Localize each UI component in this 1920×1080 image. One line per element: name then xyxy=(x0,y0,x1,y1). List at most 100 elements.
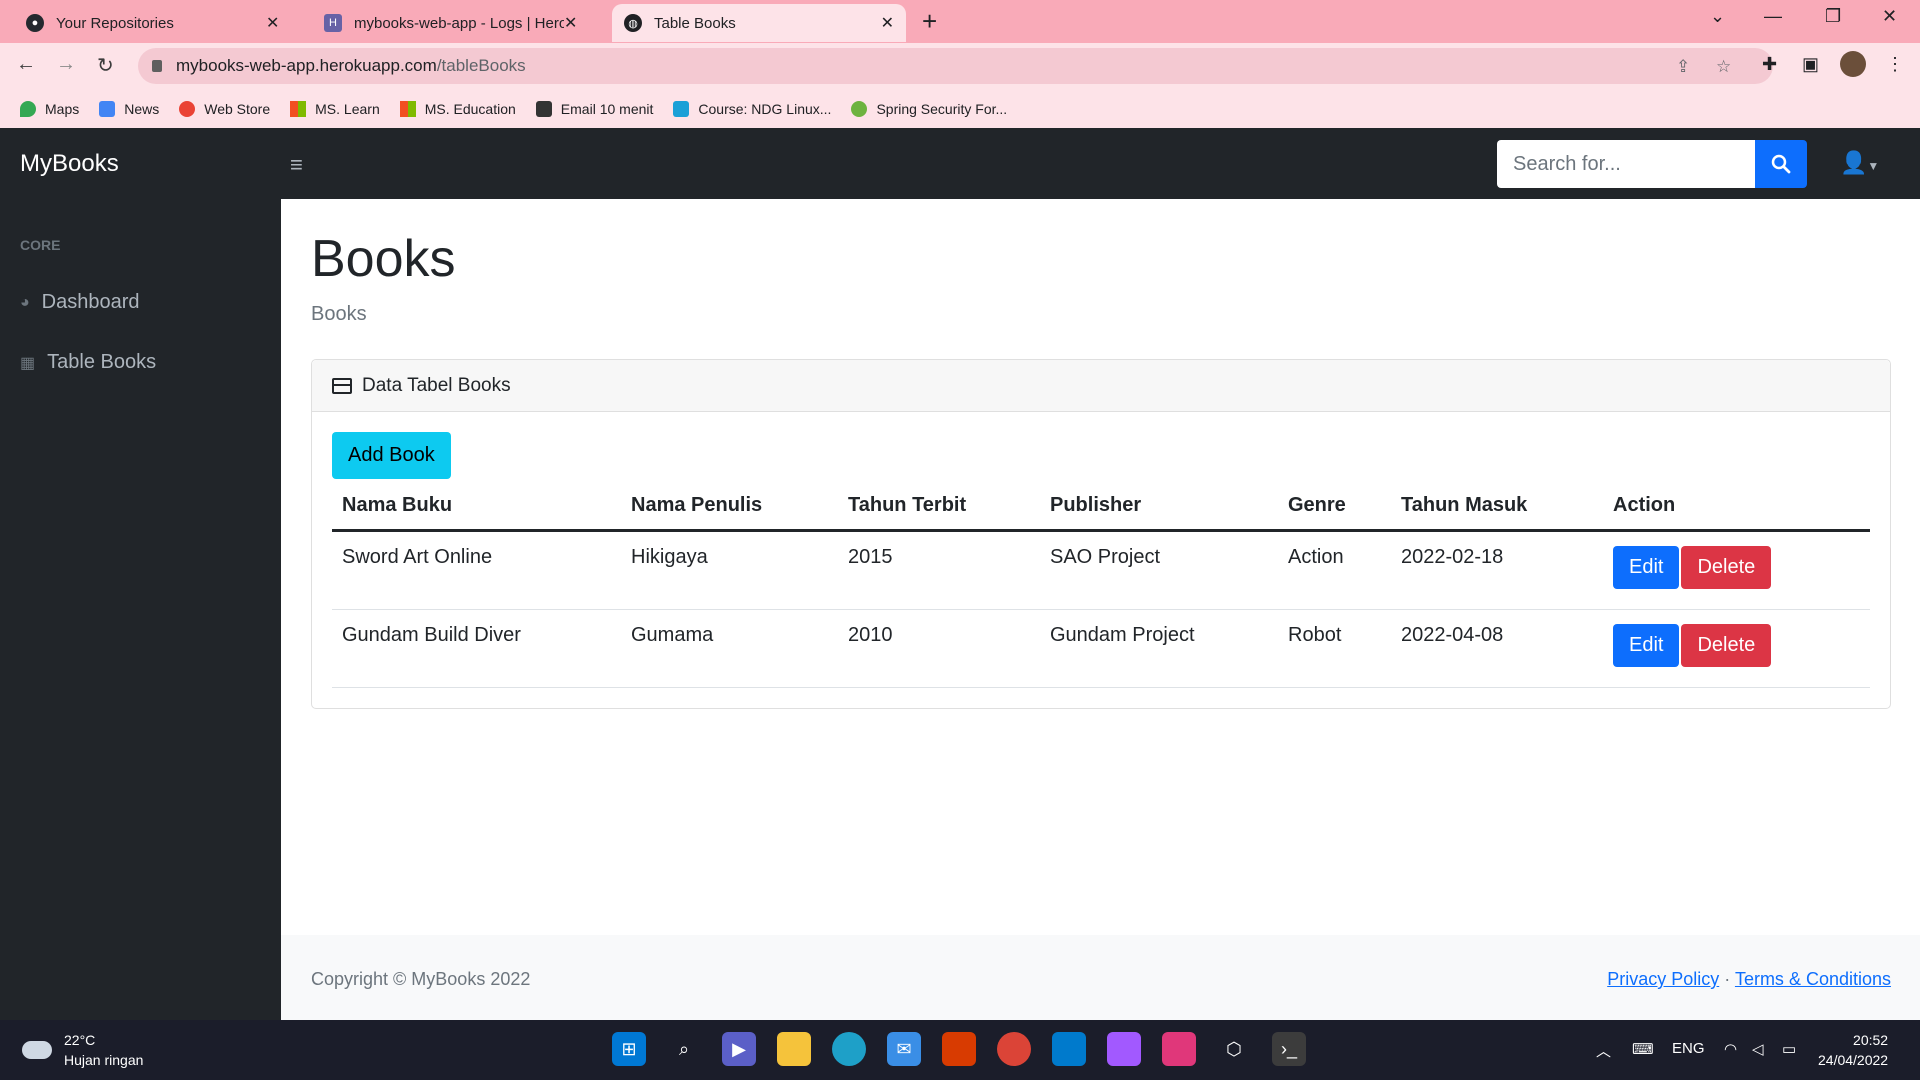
battery-icon[interactable]: ▭ xyxy=(1782,1040,1796,1058)
bookmark-ndg-linux[interactable]: Course: NDG Linux... xyxy=(673,100,831,117)
cell-tahun-terbit: 2010 xyxy=(838,609,1040,688)
reload-icon[interactable]: ↻ xyxy=(97,53,114,78)
url-bar[interactable]: mybooks-web-app.herokuapp.com/tableBooks… xyxy=(138,48,1773,84)
new-tab-icon[interactable]: + xyxy=(922,6,937,37)
bookmark-label: MS. Education xyxy=(424,100,516,117)
cell-publisher: Gundam Project xyxy=(1040,609,1278,688)
office-icon[interactable] xyxy=(942,1032,976,1066)
tab-title: Table Books xyxy=(654,14,736,32)
brand-logo[interactable]: MyBooks xyxy=(20,150,119,178)
chevron-up-icon[interactable]: ︿ xyxy=(1596,1040,1611,1061)
minimize-icon[interactable]: — xyxy=(1764,6,1782,27)
column-header: Tahun Terbit xyxy=(838,486,1040,532)
teams-chat-icon[interactable]: ▶ xyxy=(722,1032,756,1066)
window-close-icon[interactable]: ✕ xyxy=(1882,6,1897,27)
footer: Copyright © MyBooks 2022 Privacy Policy … xyxy=(281,935,1920,1020)
file-explorer-icon[interactable] xyxy=(777,1032,811,1066)
menu-icon[interactable]: ⋮ xyxy=(1886,54,1904,75)
search-input[interactable] xyxy=(1497,140,1755,188)
search-icon xyxy=(1771,154,1791,174)
close-icon[interactable]: ✕ xyxy=(881,13,894,33)
close-icon[interactable]: ✕ xyxy=(266,13,279,33)
cell-nama-buku: Gundam Build Diver xyxy=(332,609,621,688)
clock[interactable]: 20:52 24/04/2022 xyxy=(1818,1030,1888,1070)
microsoft-icon xyxy=(399,100,416,117)
vscode-icon[interactable] xyxy=(1052,1032,1086,1066)
bookmark-label: Maps xyxy=(45,100,80,117)
bookmark-web-store[interactable]: Web Store xyxy=(179,100,270,117)
sidebar-item-dashboard[interactable]: ◕ Dashboard xyxy=(20,291,140,314)
tab-search-icon[interactable]: ⌄ xyxy=(1710,6,1725,27)
tab-your-repositories[interactable]: ● Your Repositories ✕ xyxy=(14,4,291,42)
forward-icon[interactable]: → xyxy=(56,53,76,76)
bookmark-label: News xyxy=(124,100,160,117)
cell-nama-penulis: Gumama xyxy=(621,609,838,688)
edit-button[interactable]: Edit xyxy=(1613,624,1680,667)
edit-button[interactable]: Edit xyxy=(1613,546,1680,589)
globe-icon: ◍ xyxy=(624,14,642,32)
windows-start-icon[interactable]: ⊞ xyxy=(612,1032,646,1066)
intellij-icon[interactable] xyxy=(1162,1032,1196,1066)
back-icon[interactable]: ← xyxy=(16,53,36,76)
footer-links: Privacy Policy · Terms & Conditions xyxy=(1607,969,1891,990)
sidebar-heading: CORE xyxy=(20,237,61,253)
mail-icon[interactable]: ✉ xyxy=(887,1032,921,1066)
terms-conditions-link[interactable]: Terms & Conditions xyxy=(1735,969,1891,989)
tab-title: mybooks-web-app - Logs | Herok xyxy=(354,14,564,32)
profile-avatar[interactable] xyxy=(1840,51,1866,77)
delete-button[interactable]: Delete xyxy=(1681,546,1772,589)
figma-icon[interactable] xyxy=(1107,1032,1141,1066)
bookmark-ms-learn[interactable]: MS. Learn xyxy=(290,100,380,117)
volume-icon[interactable]: ◁ xyxy=(1752,1040,1764,1058)
table-icon: ▦ xyxy=(20,354,36,372)
web-store-icon xyxy=(179,100,196,117)
delete-button[interactable]: Delete xyxy=(1681,624,1772,667)
page-title: Books xyxy=(311,230,456,288)
keyboard-icon[interactable]: ⌨ xyxy=(1632,1040,1654,1058)
edge-icon[interactable] xyxy=(832,1032,866,1066)
language-indicator[interactable]: ENG xyxy=(1672,1040,1705,1057)
main-content: Books Books Data Tabel Books Add Book Na… xyxy=(281,199,1920,935)
add-book-button[interactable]: Add Book xyxy=(332,432,451,479)
url-text: mybooks-web-app.herokuapp.com/tableBooks xyxy=(176,56,526,75)
card-title: Data Tabel Books xyxy=(362,374,511,396)
sidebar-item-table-books[interactable]: ▦ Table Books xyxy=(20,351,156,374)
user-icon: 👤 xyxy=(1840,150,1868,175)
extensions-icon[interactable]: ✚ xyxy=(1762,54,1777,75)
search-icon[interactable]: ⌕ xyxy=(667,1032,701,1066)
privacy-policy-link[interactable]: Privacy Policy xyxy=(1607,969,1719,989)
address-bar-row: ← → ↻ mybooks-web-app.herokuapp.com/tabl… xyxy=(0,43,1920,89)
cell-nama-buku: Sword Art Online xyxy=(332,530,621,610)
weather-widget[interactable]: 22°C Hujan ringan xyxy=(22,1030,143,1070)
tab-table-books[interactable]: ◍ Table Books ✕ xyxy=(612,4,906,42)
terminal-icon[interactable]: ›_ xyxy=(1272,1032,1306,1066)
bookmark-spring-security[interactable]: Spring Security For... xyxy=(851,100,1008,117)
table-icon xyxy=(332,377,352,394)
weather-desc: Hujan ringan xyxy=(64,1052,144,1068)
cell-action: Edit Delete xyxy=(1603,530,1870,610)
virtualbox-icon[interactable]: ⬡ xyxy=(1217,1032,1251,1066)
star-icon[interactable]: ☆ xyxy=(1716,57,1731,77)
user-dropdown[interactable]: 👤▼ xyxy=(1840,150,1879,176)
bookmarks-bar: Maps News Web Store MS. Learn MS. Educat… xyxy=(0,89,1920,128)
cisco-icon xyxy=(673,100,690,117)
wifi-icon[interactable]: ◠ xyxy=(1724,1040,1737,1058)
sidebar-toggle-icon[interactable]: ≡ xyxy=(290,152,303,178)
bookmark-news[interactable]: News xyxy=(99,100,160,117)
search-button[interactable] xyxy=(1755,140,1807,188)
chrome-icon[interactable] xyxy=(997,1032,1031,1066)
os-taskbar: 22°C Hujan ringan ⊞ ⌕ ▶ ✉ ⬡ ›_ ︿ ⌨ ENG ◠… xyxy=(0,1020,1920,1080)
copyright-text: Copyright © MyBooks 2022 xyxy=(311,969,531,989)
restore-icon[interactable]: ❐ xyxy=(1825,6,1841,27)
dashboard-icon: ◕ xyxy=(20,293,30,311)
bookmark-label: Email 10 menit xyxy=(560,100,654,117)
close-icon[interactable]: ✕ xyxy=(564,13,577,33)
bookmark-ms-education[interactable]: MS. Education xyxy=(399,100,516,117)
microsoft-icon xyxy=(290,100,307,117)
bookmark-email-10-menit[interactable]: Email 10 menit xyxy=(535,100,654,117)
side-panel-icon[interactable]: ▣ xyxy=(1802,54,1819,75)
bookmark-maps[interactable]: Maps xyxy=(20,100,80,117)
bookmark-label: Spring Security For... xyxy=(876,100,1008,117)
tab-heroku-logs[interactable]: H mybooks-web-app - Logs | Herok ✕ xyxy=(312,4,589,42)
share-icon[interactable]: ⇪ xyxy=(1676,57,1690,77)
